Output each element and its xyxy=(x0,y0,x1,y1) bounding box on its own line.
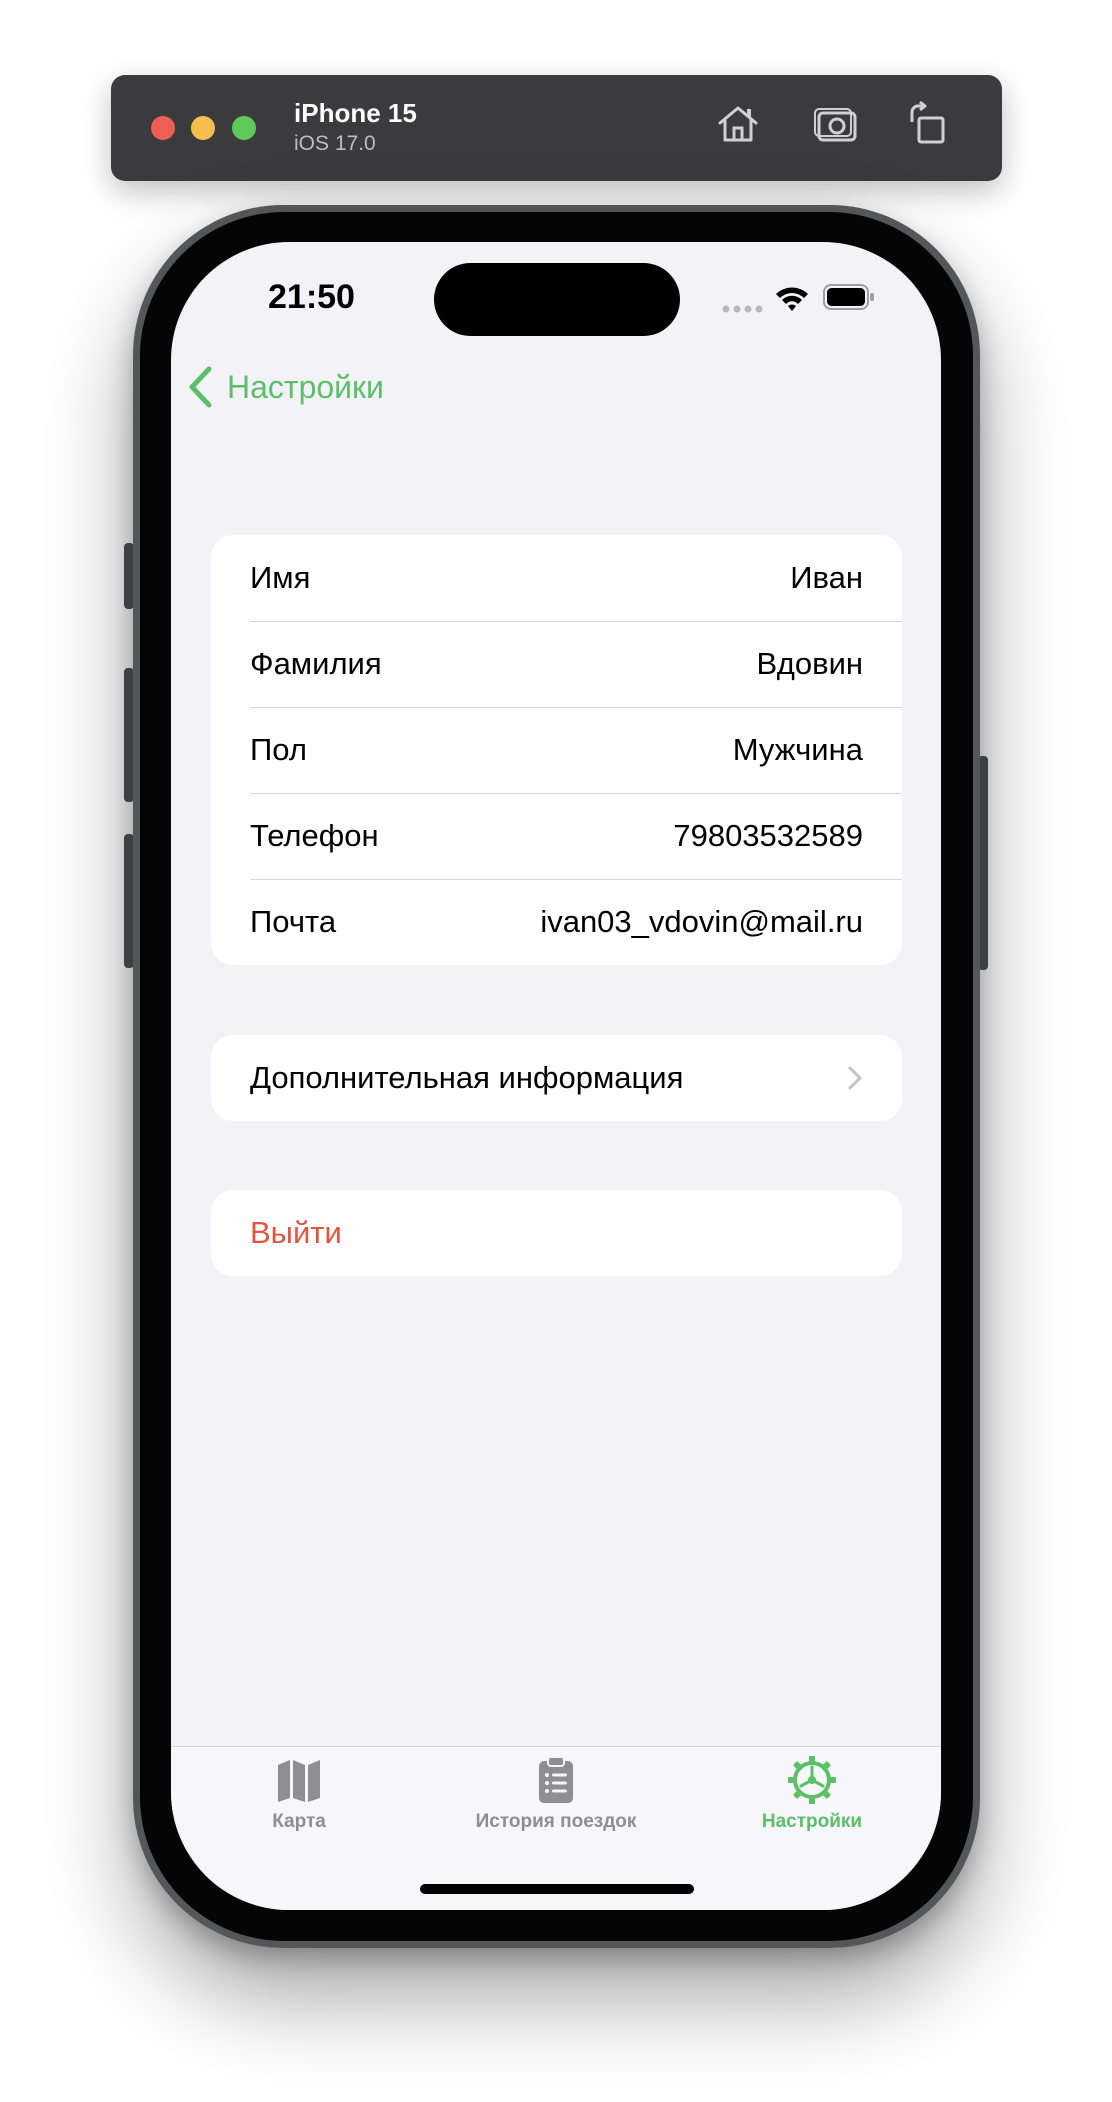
os-version: iOS 17.0 xyxy=(294,132,376,155)
row-label: Фамилия xyxy=(250,646,382,681)
gear-icon xyxy=(788,1756,836,1804)
row-value: Вдовин xyxy=(756,646,863,681)
row-value: Мужчина xyxy=(732,732,863,767)
chevron-left-icon xyxy=(189,366,212,408)
clipboard-icon xyxy=(539,1756,573,1803)
tab-history[interactable]: История поездок xyxy=(446,1755,666,1855)
tab-label: Настройки xyxy=(761,1811,863,1832)
close-window-button[interactable] xyxy=(151,116,175,140)
logout-label: Выйти xyxy=(250,1215,342,1250)
logout-button[interactable]: Выйти xyxy=(211,1190,902,1276)
tab-label: История поездок xyxy=(475,1811,637,1832)
signal-icon xyxy=(722,305,763,313)
profile-row-phone[interactable]: Телефон 79803532589 xyxy=(211,793,902,879)
additional-info-button[interactable]: Дополнительная информация xyxy=(211,1035,902,1121)
logout-card: Выйти xyxy=(211,1190,902,1276)
screenshot-icon[interactable] xyxy=(812,100,860,148)
back-button[interactable]: Настройки xyxy=(187,362,384,412)
battery-icon xyxy=(823,284,874,310)
device-name: iPhone 15 xyxy=(294,98,417,128)
additional-info-card: Дополнительная информация xyxy=(211,1035,902,1121)
tab-settings[interactable]: Настройки xyxy=(702,1755,922,1855)
tab-label: Карта xyxy=(272,1811,326,1832)
row-value: Иван xyxy=(790,560,863,595)
wifi-icon xyxy=(776,287,808,311)
map-icon xyxy=(278,1760,320,1802)
tab-map[interactable]: Карта xyxy=(189,1755,409,1855)
row-label: Телефон xyxy=(250,818,379,853)
profile-row-first-name[interactable]: Имя Иван xyxy=(211,535,902,621)
home-icon[interactable] xyxy=(714,100,762,148)
home-indicator[interactable] xyxy=(420,1884,694,1894)
profile-row-email[interactable]: Почта ivan03_vdovin@mail.ru xyxy=(211,879,902,965)
row-label: Имя xyxy=(250,560,311,595)
row-value: 79803532589 xyxy=(673,818,863,853)
phone-screen: 21:50 Настройки Имя Иван Фамилия Вдовин xyxy=(171,242,941,1910)
profile-info-card: Имя Иван Фамилия Вдовин Пол Мужчина Теле… xyxy=(211,535,902,965)
tab-bar: Карта История поездок Настройки xyxy=(171,1746,941,1910)
chevron-right-icon xyxy=(848,1066,862,1090)
row-label: Пол xyxy=(250,732,307,767)
profile-row-gender[interactable]: Пол Мужчина xyxy=(211,707,902,793)
dynamic-island xyxy=(434,263,680,336)
row-value: ivan03_vdovin@mail.ru xyxy=(540,904,863,939)
back-button-label: Настройки xyxy=(227,368,384,405)
rotate-icon[interactable] xyxy=(904,100,952,148)
zoom-window-button[interactable] xyxy=(232,116,256,140)
row-label: Почта xyxy=(250,904,337,939)
additional-info-label: Дополнительная информация xyxy=(250,1060,684,1095)
minimize-window-button[interactable] xyxy=(191,116,215,140)
profile-row-last-name[interactable]: Фамилия Вдовин xyxy=(211,621,902,707)
status-time: 21:50 xyxy=(268,278,355,316)
